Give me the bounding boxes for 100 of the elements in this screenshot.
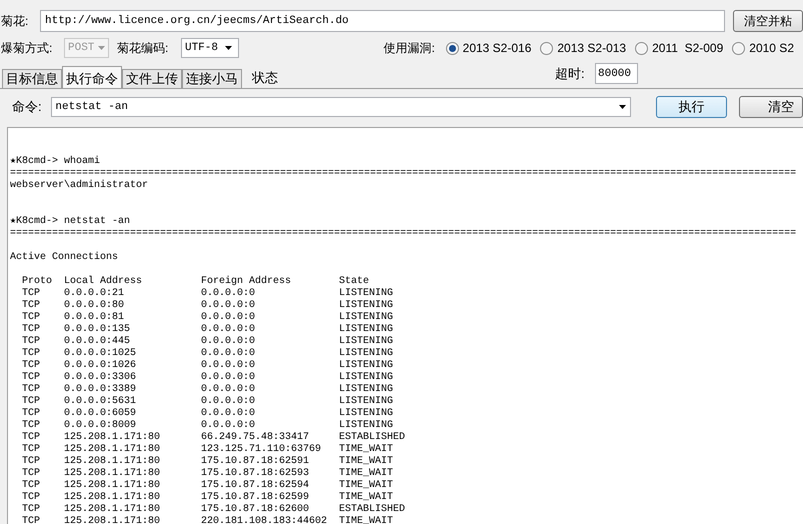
table-cell: 0.0.0.0:0 <box>201 348 256 359</box>
command-combobox[interactable]: netstat -an <box>51 96 632 116</box>
table-cell: TIME_WAIT <box>339 516 394 524</box>
table-cell: TIME_WAIT <box>339 480 394 491</box>
table-cell: 125.208.1.171:80 <box>64 432 160 443</box>
radio-label: 2013 S2-013 <box>557 40 626 57</box>
table-cell: TCP <box>22 372 40 383</box>
radio-button[interactable] <box>446 42 459 54</box>
clear-paste-button[interactable]: 清空并粘 <box>733 10 803 32</box>
console-prompt: ★K8cmd-> whoami <box>10 156 100 167</box>
tab[interactable]: 目标信息 <box>2 69 62 88</box>
table-cell: 125.208.1.171:80 <box>64 480 160 491</box>
tab[interactable]: 状态 <box>252 68 278 88</box>
table-cell: LISTENING <box>339 348 394 359</box>
table-cell: 0.0.0.0:3389 <box>64 384 136 395</box>
table-cell: 0.0.0.0:5631 <box>64 396 136 407</box>
column-header: State <box>339 276 370 287</box>
table-cell: ESTABLISHED <box>339 432 406 443</box>
table-cell: TCP <box>22 432 40 443</box>
method-label: 爆菊方式: <box>1 40 54 57</box>
table-cell: TCP <box>22 384 40 395</box>
table-cell: TIME_WAIT <box>339 492 394 503</box>
table-cell: TIME_WAIT <box>339 456 394 467</box>
encoding-dropdown[interactable]: UTF-8 <box>180 38 239 58</box>
separator-line: =================================================================================================================================== <box>10 228 796 239</box>
table-cell: 0.0.0.0:135 <box>64 324 130 335</box>
table-cell: TCP <box>22 360 40 371</box>
table-cell: 0.0.0.0:0 <box>201 336 256 347</box>
table-cell: 66.249.75.48:33417 <box>201 432 310 443</box>
table-cell: 0.0.0.0:0 <box>201 408 256 419</box>
dropdown-arrow-icon <box>619 104 626 108</box>
radio-button[interactable] <box>540 42 554 54</box>
table-cell: 0.0.0.0:1025 <box>64 348 136 359</box>
table-cell: TCP <box>22 456 40 467</box>
table-cell: TCP <box>22 480 40 491</box>
table-cell: 0.0.0.0:0 <box>201 300 256 311</box>
table-cell: LISTENING <box>339 288 394 299</box>
table-cell: TCP <box>22 504 40 515</box>
clear-button[interactable]: 清空 <box>739 96 803 118</box>
table-cell: TCP <box>22 444 40 455</box>
table-cell: 0.0.0.0:445 <box>64 336 130 347</box>
table-cell: LISTENING <box>339 408 394 419</box>
tab[interactable]: 执行命令 <box>62 66 122 88</box>
table-cell: TCP <box>22 420 40 431</box>
table-cell: 125.208.1.171:80 <box>64 516 160 524</box>
table-cell: 0.0.0.0:0 <box>201 324 256 335</box>
table-cell: 175.10.87.18:62591 <box>201 456 310 467</box>
table-cell: 175.10.87.18:62599 <box>201 492 310 503</box>
timeout-label: 超时: <box>555 64 586 83</box>
console-prompt: ★K8cmd-> netstat -an <box>10 216 130 227</box>
radio-label: 2013 S2-016 <box>462 40 532 57</box>
table-cell: 125.208.1.171:80 <box>64 492 160 503</box>
table-cell: 0.0.0.0:0 <box>201 360 256 371</box>
table-cell: 0.0.0.0:21 <box>64 288 124 299</box>
console-heading: Active Connections <box>10 252 118 263</box>
table-cell: 0.0.0.0:3306 <box>64 372 136 383</box>
url-field[interactable]: http://www.licence.org.cn/jeecms/ArtiSearch.do <box>40 10 725 32</box>
radio-label: 2011 S2-009 <box>652 40 724 57</box>
table-cell: 0.0.0.0:8009 <box>64 420 136 431</box>
tab[interactable]: 文件上传 <box>122 69 182 88</box>
table-cell: 0.0.0.0:0 <box>201 372 256 383</box>
table-cell: TCP <box>22 324 40 335</box>
table-cell: LISTENING <box>339 396 394 407</box>
table-cell: 0.0.0.0:80 <box>64 300 124 311</box>
table-cell: 0.0.0.0:1026 <box>64 360 136 371</box>
timeout-field[interactable]: 80000 <box>595 63 638 84</box>
url-label: 菊花: <box>1 13 30 30</box>
radio-button[interactable] <box>732 42 746 54</box>
table-cell: TCP <box>22 348 40 359</box>
table-cell: LISTENING <box>339 324 394 335</box>
table-cell: 0.0.0.0:6059 <box>64 408 136 419</box>
table-cell: TIME_WAIT <box>339 444 394 455</box>
table-cell: 175.10.87.18:62594 <box>201 480 310 491</box>
vuln-label: 使用漏洞: <box>384 40 436 57</box>
table-cell: 125.208.1.171:80 <box>64 504 160 515</box>
encoding-label: 菊花编码: <box>116 40 170 57</box>
table-cell: 220.181.108.183:44602 <box>201 516 328 524</box>
table-cell: TCP <box>22 396 40 407</box>
table-cell: 0.0.0.0:0 <box>201 396 256 407</box>
table-cell: TCP <box>22 336 40 347</box>
table-cell: 0.0.0.0:81 <box>64 312 124 323</box>
table-cell: 0.0.0.0:0 <box>201 384 256 395</box>
column-header: Proto <box>22 276 52 287</box>
table-cell: 175.10.87.18:62600 <box>201 504 310 515</box>
table-cell: LISTENING <box>339 372 394 383</box>
column-header: Foreign Address <box>201 276 292 287</box>
table-cell: TCP <box>22 408 40 419</box>
table-cell: ESTABLISHED <box>339 504 406 515</box>
radio-label: 2010 S2 <box>749 40 794 57</box>
column-header: Local Address <box>64 276 142 287</box>
radio-button[interactable] <box>635 42 648 54</box>
command-label: 命令: <box>12 98 43 116</box>
tab[interactable]: 连接小马 <box>182 69 242 88</box>
run-button[interactable]: 执行 <box>656 96 727 118</box>
table-cell: TCP <box>22 300 40 311</box>
table-cell: LISTENING <box>339 336 394 347</box>
table-cell: 0.0.0.0:0 <box>201 420 256 431</box>
table-cell: 0.0.0.0:0 <box>201 312 256 323</box>
table-cell: TIME_WAIT <box>339 468 394 479</box>
table-cell: LISTENING <box>339 384 394 395</box>
